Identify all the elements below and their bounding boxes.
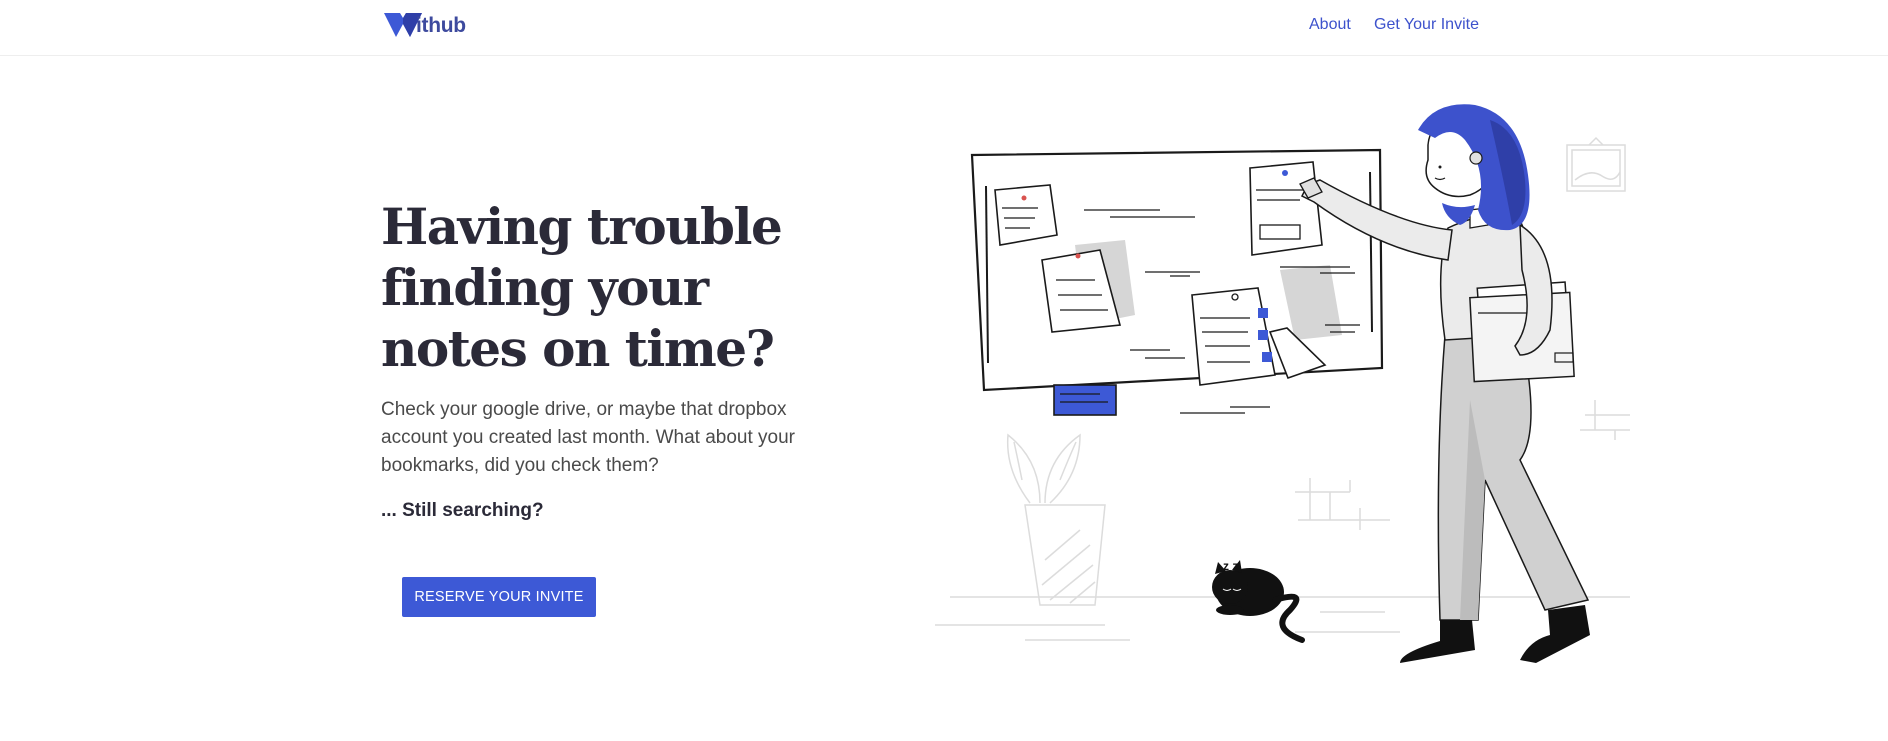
logo-text: ithub xyxy=(416,14,466,37)
reserve-invite-button[interactable]: RESERVE YOUR INVITE xyxy=(402,577,596,617)
hero-description: Check your google drive, or maybe that d… xyxy=(381,399,796,476)
logo-link[interactable]: ithub xyxy=(384,12,466,38)
hero-emphasis: ... Still searching? xyxy=(381,500,544,521)
hero-title: Having trouble finding your notes on tim… xyxy=(381,197,783,378)
sleep-z-text: z z xyxy=(1223,559,1238,573)
nav-get-invite-link[interactable]: Get Your Invite xyxy=(1374,16,1479,34)
top-navbar: ithub About Get Your Invite xyxy=(0,0,1888,56)
woman-pinning-notes-illustration: z z xyxy=(935,104,1630,663)
nav-about-link[interactable]: About xyxy=(1309,16,1351,34)
sleeping-cat-illustration: z z xyxy=(1212,559,1305,643)
